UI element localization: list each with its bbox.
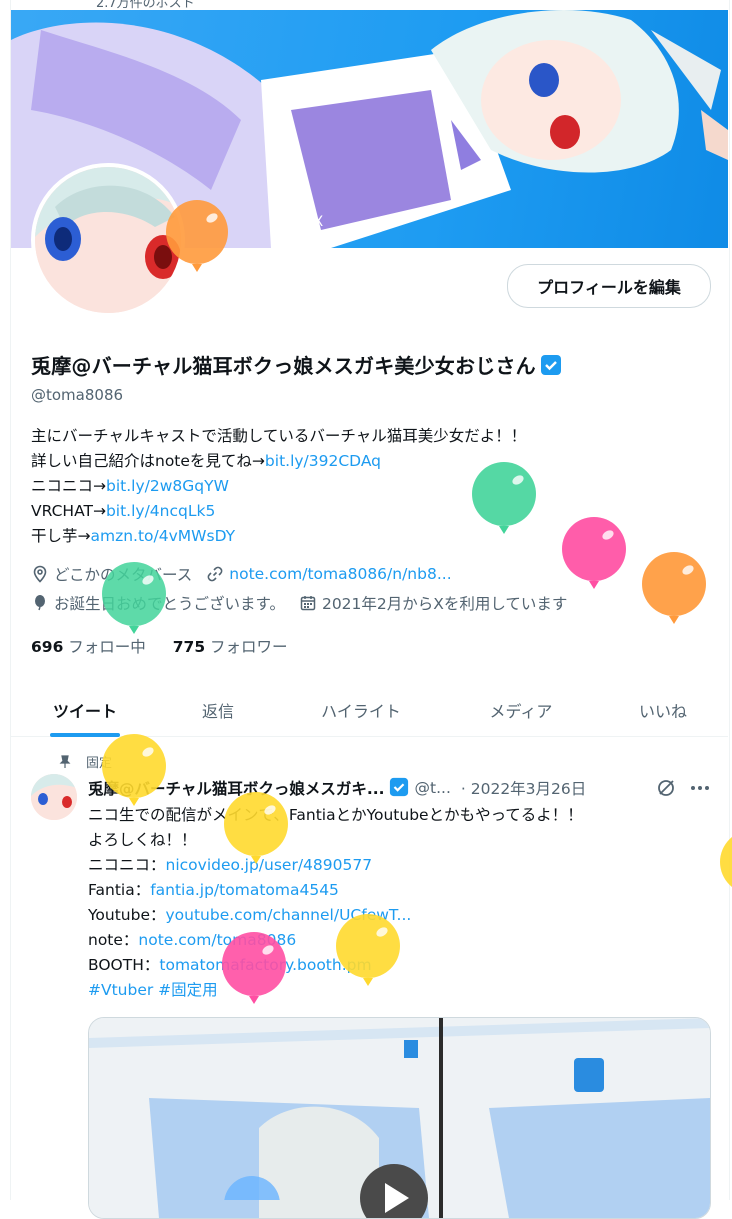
profile-meta-row: どこかのメタバース note.com/toma8086/n/nb8... [31,563,466,585]
follow-stats: 696 フォロー中 775 フォロワー [31,635,288,657]
tweet-author-handle[interactable]: @t... [415,779,451,797]
avatar-illustration [35,167,181,313]
bio-link[interactable]: bit.ly/2w8GqYW [106,477,229,495]
tweet-actions [655,777,713,799]
tweet-line: よろしくね！！ [88,831,197,849]
tweet-link[interactable]: nicovideo.jp/user/4890577 [166,856,373,874]
profile-avatar[interactable] [31,163,185,317]
bio-line: 詳しい自己紹介はnoteを見てね→bit.ly/392CDAq [31,452,382,470]
tweet-text: ニコ生での配信がメインで、FantiaとかYoutubeとかもやってるよ！！ よ… [88,803,583,1003]
user-handle: @toma8086 [31,386,124,404]
bio-link[interactable]: bit.ly/4ncqLk5 [106,502,215,520]
profile-meta-row-2: お誕生日おめでとうございます。 2021年2月からXを利用しています [31,592,581,614]
tab-tweets[interactable]: ツイート [35,684,135,736]
verified-badge-icon[interactable] [540,354,562,376]
bio-link[interactable]: bit.ly/392CDAq [265,452,381,470]
tweet-line: #Vtuber #固定用 [88,978,583,1003]
tab-replies[interactable]: 返信 [174,684,262,736]
display-name-row: 兎摩@バーチャル猫耳ボクっ娘メスガキ美少女おじさん [31,350,562,379]
tweet-line: Fantia：fantia.jp/tomatoma4545 [88,881,339,899]
tab-highlights[interactable]: ハイライト [293,684,429,736]
balloon-icon [35,595,45,611]
tweet-line: Youtube：youtube.com/channel/UCfewT... [88,906,412,924]
grok-icon[interactable] [655,777,677,799]
tweet-line: ニコニコ：nicovideo.jp/user/4890577 [88,856,373,874]
display-name: 兎摩@バーチャル猫耳ボクっ娘メスガキ美少女おじさん [31,354,536,378]
tweet-line: note：note.com/toma8086 [88,931,297,949]
bio-line: ニコニコ→bit.ly/2w8GqYW [31,477,229,495]
tab-likes[interactable]: いいね [623,684,703,736]
tweet-line: ニコ生での配信がメインで、FantiaとかYoutubeとかもやってるよ！！ [88,806,583,824]
tweet-author-name[interactable]: 兎摩@バーチャル猫耳ボクっ娘メスガキ... [88,777,385,799]
bio-line: 主にバーチャルキャストで活動しているバーチャル猫耳美少女だよ！！ [31,427,527,445]
followers-link[interactable]: 775 フォロワー [173,638,288,656]
tweet-avatar[interactable] [31,774,77,820]
tweet-line: BOOTH：tomatomafactory.booth.pm [88,956,372,974]
tab-media[interactable]: メディア [471,684,571,736]
profile-tabs: ツイート 返信 ハイライト メディア いいね [11,684,728,737]
tweet-link[interactable]: note.com/toma8086 [138,931,296,949]
tweet-avatar-illustration [31,774,77,820]
bio-line: 干し芋→amzn.to/4vMWsDY [31,527,236,545]
pinned-indicator: 固定 [58,752,112,771]
joined-item: 2021年2月からXを利用しています [299,592,567,614]
svg-text:XX: XX [304,214,324,230]
more-icon[interactable] [687,777,713,799]
location-item: どこかのメタバース [31,563,192,585]
verified-badge-icon[interactable] [389,777,411,799]
tweet-link[interactable]: fantia.jp/tomatoma4545 [150,881,339,899]
tweet-header: 兎摩@バーチャル猫耳ボクっ娘メスガキ... @t... · 2022年3月26日 [88,777,586,799]
pin-icon [59,754,71,768]
following-link[interactable]: 696 フォロー中 [31,638,146,656]
tweet-link[interactable]: tomatomafactory.booth.pm [159,956,371,974]
calendar-icon [300,596,316,611]
edit-profile-button[interactable]: プロフィールを編集 [507,264,711,308]
birthday-item: お誕生日おめでとうございます。 [31,592,285,614]
tweet-date[interactable]: · 2022年3月26日 [461,777,586,799]
profile-bio: 主にバーチャルキャストで活動しているバーチャル猫耳美少女だよ！！ 詳しい自己紹介… [31,424,526,549]
tweet-link[interactable]: youtube.com/channel/UCfewT... [166,906,412,924]
bio-line: VRCHAT→bit.ly/4ncqLk5 [31,502,216,520]
location-icon [33,565,47,583]
video-thumbnail [89,1018,710,1218]
website-link[interactable]: note.com/toma8086/n/nb8... [229,565,451,583]
tweet-media-video[interactable] [88,1017,711,1219]
link-icon [207,566,223,582]
bio-link[interactable]: amzn.to/4vMWsDY [91,527,236,545]
tweet-hashtags[interactable]: #Vtuber #固定用 [88,981,218,999]
website-item[interactable]: note.com/toma8086/n/nb8... [206,565,452,583]
